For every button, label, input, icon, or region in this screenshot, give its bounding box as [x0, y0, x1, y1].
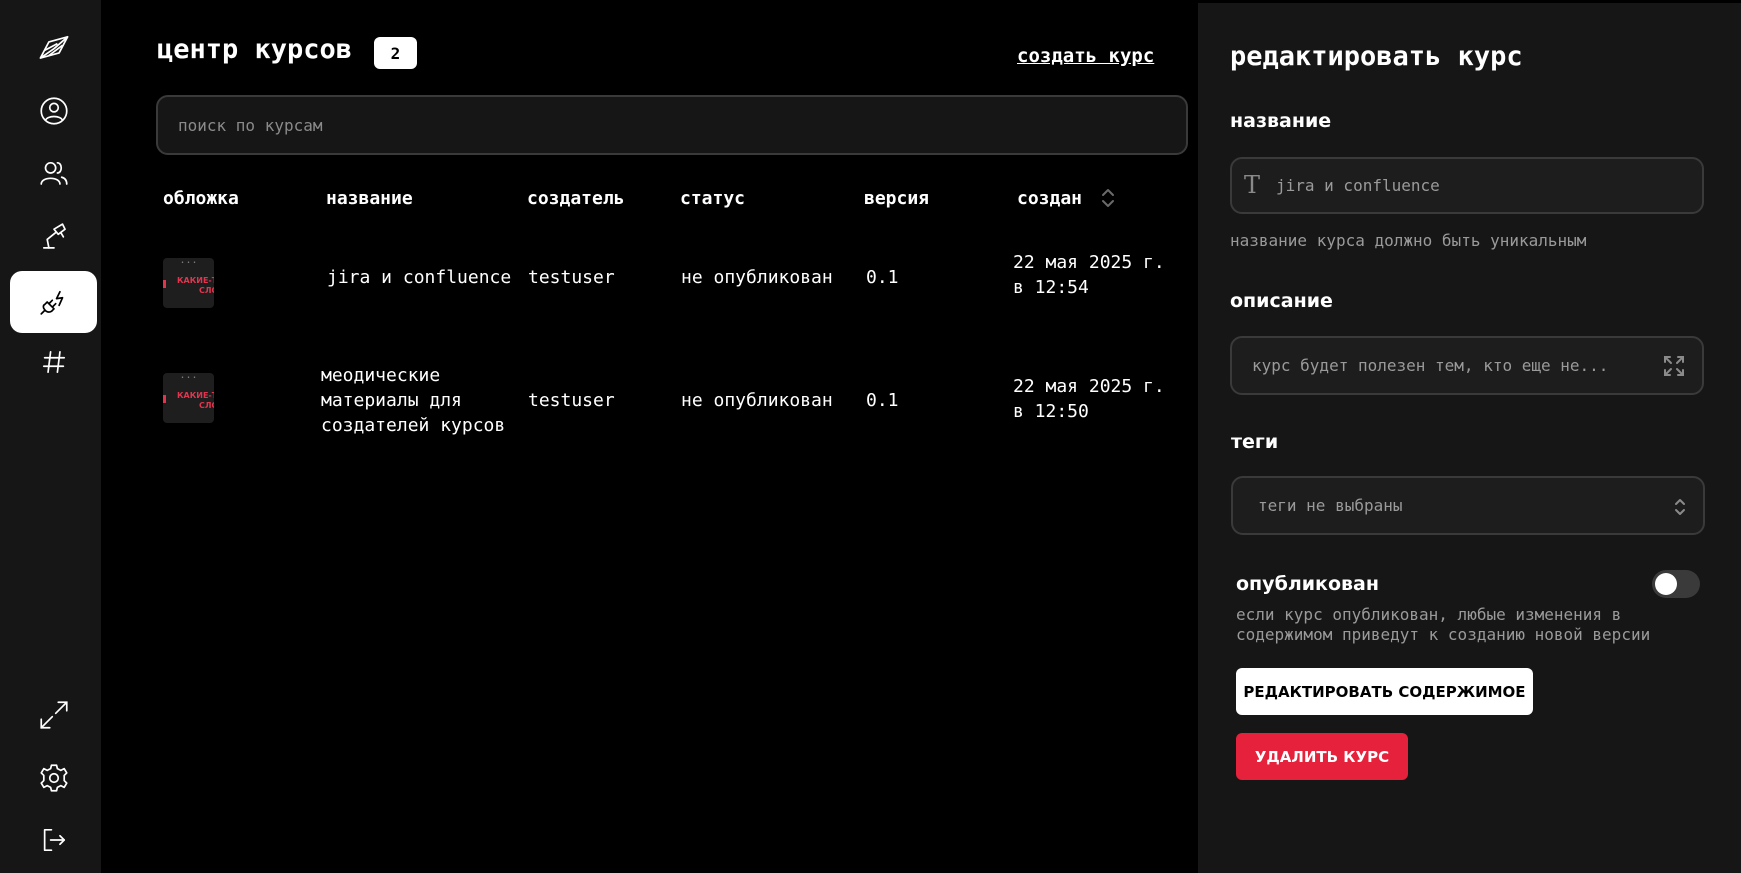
description-value[interactable]: курс будет полезен тем, кто еще не...: [1252, 356, 1608, 375]
course-name[interactable]: jira и confluence: [327, 265, 511, 290]
course-version: 0.1: [866, 390, 899, 411]
course-name-line-3[interactable]: создателей курсов: [321, 413, 505, 438]
text-icon: T: [1244, 171, 1261, 199]
tags-value[interactable]: теги не выбраны: [1258, 496, 1403, 515]
panel-title: редактировать курс: [1230, 41, 1523, 72]
course-center: центр курсов 2 создать курс обложка назв…: [101, 0, 1198, 873]
column-header-name[interactable]: название: [326, 188, 413, 209]
course-creator: testuser: [528, 267, 615, 288]
course-creator: testuser: [528, 390, 615, 411]
published-hint-line-2: содержимом приведут к созданию новой вер…: [1236, 625, 1651, 644]
column-header-created[interactable]: создан: [1017, 188, 1082, 209]
course-name-value[interactable]: jira и confluence: [1276, 176, 1440, 195]
user-profile-icon[interactable]: [10, 80, 97, 142]
course-name-line-1[interactable]: меодические: [321, 363, 440, 388]
name-label: название: [1230, 110, 1332, 132]
logo-icon[interactable]: [10, 16, 97, 78]
sidebar: [0, 0, 101, 873]
course-cover-image: • • • КАКИЕ-Т СЛО: [163, 258, 214, 308]
tags-label: теги: [1231, 431, 1279, 453]
published-label: опубликован: [1236, 573, 1379, 595]
expand-icon[interactable]: [10, 684, 97, 746]
page-title: центр курсов: [157, 34, 353, 65]
course-created-time: в 12:50: [1013, 401, 1089, 422]
toggle-knob: [1655, 573, 1677, 595]
edit-content-button[interactable]: РЕДАКТИРОВАТЬ СОДЕРЖИМОЕ: [1236, 668, 1533, 715]
course-name-line-2[interactable]: материалы для: [321, 388, 462, 413]
create-course-link[interactable]: создать курс: [1017, 45, 1154, 67]
course-created-date: 22 мая 2025 г.: [1013, 376, 1165, 397]
column-header-status[interactable]: статус: [680, 188, 745, 209]
logout-icon[interactable]: [10, 809, 97, 871]
course-created-date: 22 мая 2025 г.: [1013, 252, 1165, 273]
course-name-field[interactable]: T jira и confluence: [1230, 157, 1704, 214]
users-icon[interactable]: [10, 142, 97, 204]
delete-course-button[interactable]: УДАЛИТЬ КУРС: [1236, 733, 1408, 780]
chevron-updown-icon: [1675, 499, 1685, 515]
description-label: описание: [1230, 290, 1333, 312]
column-header-cover: обложка: [163, 188, 239, 209]
course-status: не опубликован: [681, 267, 833, 288]
plug-icon[interactable]: [10, 271, 97, 333]
course-created-time: в 12:54: [1013, 277, 1089, 298]
tags-select[interactable]: теги не выбраны: [1231, 476, 1705, 535]
search-input[interactable]: [156, 95, 1188, 155]
lamp-icon[interactable]: [10, 205, 97, 267]
fullscreen-icon[interactable]: [1662, 354, 1686, 378]
sort-icon[interactable]: [1100, 186, 1116, 210]
column-header-version[interactable]: версия: [864, 188, 929, 209]
name-hint: название курса должно быть уникальным: [1230, 231, 1587, 250]
course-cover-image: • • • КАКИЕ-Т СЛО: [163, 373, 214, 423]
description-field[interactable]: курс будет полезен тем, кто еще не...: [1230, 336, 1704, 395]
column-header-creator[interactable]: создатель: [527, 188, 625, 209]
gear-icon[interactable]: [10, 747, 97, 809]
published-hint-line-1: если курс опубликован, любые изменения в: [1236, 605, 1622, 624]
course-status: не опубликован: [681, 390, 833, 411]
published-toggle[interactable]: [1652, 570, 1700, 598]
hashtag-icon[interactable]: [10, 331, 97, 393]
course-version: 0.1: [866, 267, 899, 288]
course-count-badge: 2: [374, 37, 417, 69]
edit-course-panel: редактировать курс название T jira и con…: [1198, 3, 1741, 873]
